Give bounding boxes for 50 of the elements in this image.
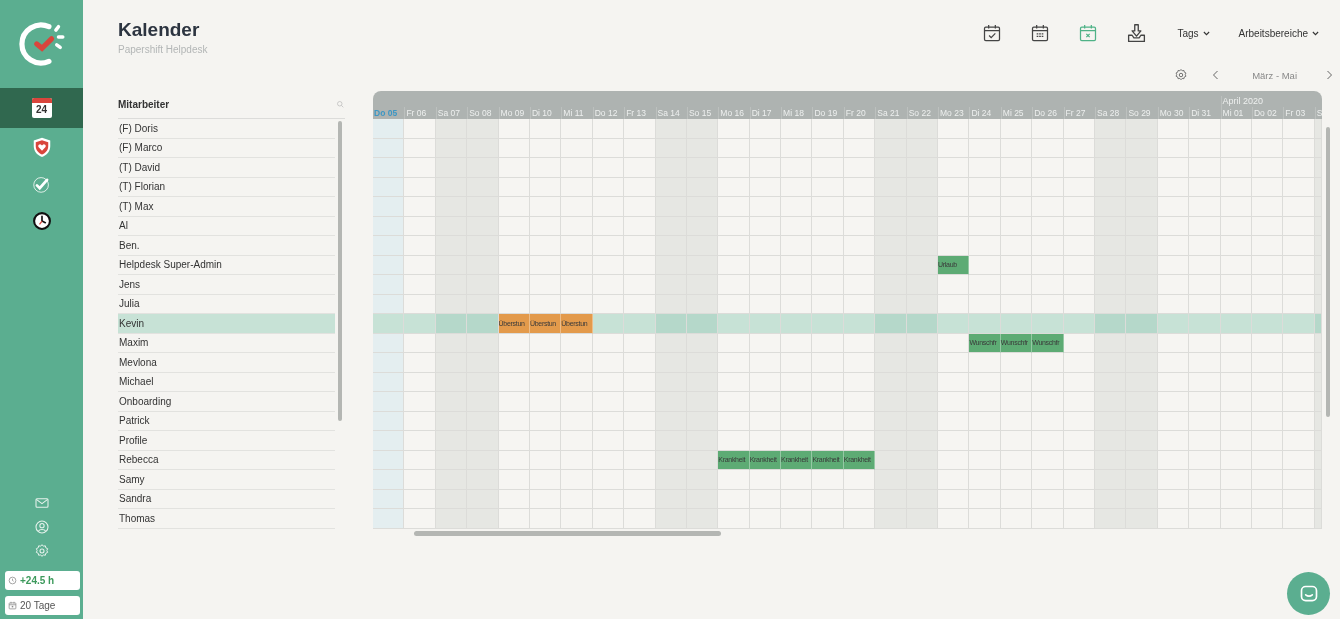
- chat-button[interactable]: [1287, 572, 1330, 615]
- search-icon: [336, 100, 345, 109]
- settings-button[interactable]: [1174, 68, 1189, 82]
- scrollbar-thumb[interactable]: [1326, 127, 1330, 417]
- employee-name[interactable]: Kevin: [118, 314, 335, 334]
- settings-icon: [33, 543, 50, 559]
- column-heading: Mitarbeiter: [118, 99, 170, 110]
- page-title: Kalender: [118, 19, 201, 41]
- employee-name[interactable]: Rebecca: [118, 450, 335, 470]
- page-subtitle: Papershift Helpdesk: [118, 44, 208, 55]
- employee-name[interactable]: Onboarding: [118, 392, 335, 412]
- nav-button[interactable]: 24: [0, 88, 83, 128]
- employee-name[interactable]: Thomas: [118, 509, 335, 529]
- employee-name[interactable]: (T) Florian: [118, 177, 335, 197]
- employee-name[interactable]: Helpdesk Super-Admin: [118, 255, 335, 275]
- dropdown-button[interactable]: Tags: [1177, 27, 1211, 39]
- employee-name[interactable]: Samy: [118, 470, 335, 490]
- chat-icon: [1298, 583, 1319, 604]
- calendar-check-icon: [982, 23, 1003, 43]
- employee-name[interactable]: Sandra: [118, 489, 335, 509]
- calendar-icon: 24: [31, 98, 52, 118]
- employee-name[interactable]: Maxim: [118, 333, 335, 353]
- calendar-icon: [8, 601, 17, 610]
- date-range: März - Mai: [1252, 69, 1297, 81]
- badge-text: +24.5 h: [20, 575, 55, 586]
- employee-name[interactable]: (T) Max: [118, 197, 335, 217]
- scrollbar-thumb[interactable]: [414, 530, 721, 536]
- clock-icon: [8, 576, 17, 585]
- user-icon: [33, 519, 50, 535]
- employee-name[interactable]: (T) David: [118, 158, 335, 178]
- employee-name[interactable]: Patrick: [118, 411, 335, 431]
- employee-name[interactable]: Michael: [118, 372, 335, 392]
- day-label: Do 05: [373, 107, 399, 119]
- badge-text: 20 Tage: [20, 600, 56, 611]
- scrollbar-thumb[interactable]: [338, 121, 342, 421]
- month-label: April 2020: [1220, 96, 1322, 107]
- calendar-x-icon: [1078, 23, 1099, 43]
- employee-name[interactable]: (F) Doris: [118, 119, 335, 139]
- mail-icon: [33, 495, 50, 511]
- settings-icon: [1174, 68, 1189, 82]
- employee-name[interactable]: Al: [118, 216, 335, 236]
- dropdown-button[interactable]: Arbeitsbereiche: [1238, 27, 1320, 39]
- download-tray-icon: [1126, 22, 1148, 44]
- clock-icon: [31, 210, 52, 231]
- employee-name[interactable]: Jens: [118, 275, 335, 295]
- employee-name[interactable]: Ben.: [118, 236, 335, 256]
- employee-name[interactable]: Mevlona: [118, 353, 335, 373]
- employee-name[interactable]: Profile: [118, 431, 335, 451]
- calendar-grid-icon: [1030, 23, 1051, 43]
- employee-name[interactable]: (F) Marco: [118, 138, 335, 158]
